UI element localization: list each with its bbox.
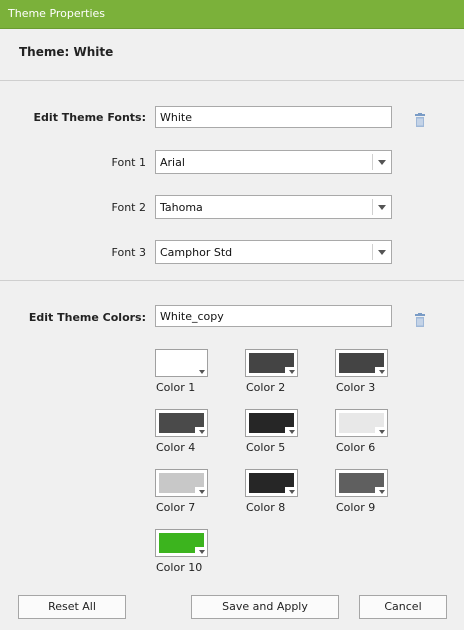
reset-all-button[interactable]: Reset All [18, 595, 126, 619]
color-6-swatch[interactable] [335, 409, 388, 437]
color-3-label: Color 3 [336, 381, 376, 394]
chevron-down-icon [199, 550, 205, 554]
chevron-down-icon [199, 370, 205, 374]
edit-theme-colors-label: Edit Theme Colors: [28, 311, 146, 324]
chevron-down-icon [378, 250, 386, 255]
color-5-label: Color 5 [246, 441, 286, 454]
color-6-label: Color 6 [336, 441, 376, 454]
color-1-swatch[interactable] [155, 349, 208, 377]
chevron-down-icon [289, 430, 295, 434]
separator [372, 199, 373, 215]
divider [0, 80, 464, 81]
font-2-label: Font 2 [111, 201, 146, 214]
color-10-label: Color 10 [156, 561, 203, 574]
delete-font-theme-icon[interactable] [414, 113, 426, 127]
font-1-label: Font 1 [111, 156, 146, 169]
color-7-label: Color 7 [156, 501, 196, 514]
chevron-down-icon [199, 490, 205, 494]
chevron-down-icon [379, 430, 385, 434]
save-and-apply-button[interactable]: Save and Apply [191, 595, 339, 619]
color-theme-name-input[interactable]: White_copy [155, 305, 392, 327]
color-7-swatch[interactable] [155, 469, 208, 497]
color-10-swatch[interactable] [155, 529, 208, 557]
font-2-value: Tahoma [160, 201, 203, 214]
chevron-down-icon [199, 430, 205, 434]
font-2-select[interactable]: Tahoma [155, 195, 392, 219]
font-3-label: Font 3 [111, 246, 146, 259]
chevron-down-icon [289, 490, 295, 494]
font-3-select[interactable]: Camphor Std [155, 240, 392, 264]
title-bar: Theme Properties [0, 0, 464, 29]
color-5-swatch[interactable] [245, 409, 298, 437]
separator [372, 244, 373, 260]
chevron-down-icon [379, 370, 385, 374]
color-2-swatch[interactable] [245, 349, 298, 377]
window-title: Theme Properties [8, 7, 106, 20]
edit-theme-fonts-label: Edit Theme Fonts: [33, 111, 146, 124]
font-3-value: Camphor Std [160, 246, 233, 259]
color-3-swatch[interactable] [335, 349, 388, 377]
chevron-down-icon [289, 370, 295, 374]
color-8-swatch[interactable] [245, 469, 298, 497]
delete-color-theme-icon[interactable] [414, 313, 426, 327]
color-9-label: Color 9 [336, 501, 376, 514]
separator [372, 154, 373, 170]
cancel-button[interactable]: Cancel [359, 595, 447, 619]
chevron-down-icon [378, 160, 386, 165]
chevron-down-icon [378, 205, 386, 210]
color-4-swatch[interactable] [155, 409, 208, 437]
font-1-value: Arial [160, 156, 185, 169]
color-1-label: Color 1 [156, 381, 196, 394]
font-theme-name-input[interactable]: White [155, 106, 392, 128]
color-9-swatch[interactable] [335, 469, 388, 497]
color-4-label: Color 4 [156, 441, 196, 454]
font-1-select[interactable]: Arial [155, 150, 392, 174]
theme-name-heading: Theme: White [19, 45, 114, 59]
color-theme-name-value: White_copy [160, 310, 224, 323]
color-2-label: Color 2 [246, 381, 286, 394]
font-theme-name-value: White [160, 111, 192, 124]
color-8-label: Color 8 [246, 501, 286, 514]
chevron-down-icon [379, 490, 385, 494]
divider [0, 280, 464, 281]
